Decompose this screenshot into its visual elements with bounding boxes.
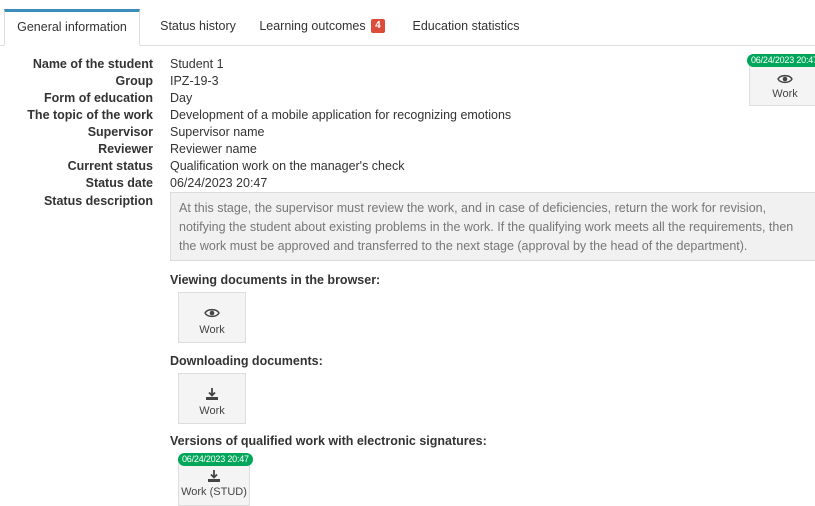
group-value: IPZ-19-3 — [170, 74, 219, 88]
supervisor-label: Supervisor — [87, 125, 153, 139]
info-row-form: Form of education Day — [0, 90, 815, 107]
form-value: Day — [170, 91, 193, 105]
version-date-badge: 06/24/2023 20:47 — [178, 453, 253, 466]
tab-label: Education statistics — [412, 19, 520, 33]
topic-value: Development of a mobile application for … — [170, 108, 512, 122]
tab-bar: General information Status history Learn… — [0, 9, 815, 46]
eye-icon — [777, 74, 793, 84]
download-work-button[interactable]: Work — [178, 373, 246, 424]
info-row-topic: The topic of the work Development of a m… — [0, 107, 815, 124]
info-row-group: Group IPZ-19-3 — [0, 73, 815, 90]
learning-outcomes-count-badge: 4 — [371, 18, 385, 33]
view-work-label: Work — [199, 324, 225, 336]
student-label: Name of the student — [32, 57, 153, 71]
info-row-current-status: Current status Qualification work on the… — [0, 158, 815, 175]
student-value: Student 1 — [170, 57, 224, 71]
supervisor-value: Supervisor name — [170, 125, 265, 139]
downloading-documents-title: Downloading documents: — [170, 354, 323, 368]
info-row-reviewer: Reviewer Reviewer name — [0, 141, 815, 158]
tab-education-statistics[interactable]: Education statistics — [400, 9, 532, 45]
download-work-stud-label: Work (STUD) — [181, 486, 247, 498]
status-date-value: 06/24/2023 20:47 — [170, 176, 268, 190]
top-date-badge: 06/24/2023 20:47 — [747, 54, 815, 67]
reviewer-label: Reviewer — [98, 142, 153, 156]
reviewer-value: Reviewer name — [170, 142, 257, 156]
status-description-box: At this stage, the supervisor must revie… — [170, 192, 815, 261]
tab-learning-outcomes[interactable]: Learning outcomes 4 — [254, 9, 390, 45]
download-work-label: Work — [199, 405, 225, 417]
download-icon — [206, 388, 218, 400]
tab-label: Learning outcomes — [259, 19, 366, 33]
tab-status-history[interactable]: Status history — [146, 9, 250, 45]
current-status-label: Current status — [67, 159, 153, 173]
info-row-supervisor: Supervisor Supervisor name — [0, 124, 815, 141]
status-description-label: Status description — [43, 194, 153, 208]
group-label: Group — [115, 74, 154, 88]
current-status-value: Qualification work on the manager's chec… — [170, 159, 405, 173]
topic-label: The topic of the work — [27, 108, 153, 122]
view-work-button[interactable]: Work — [178, 292, 246, 343]
tab-label: Status history — [160, 19, 236, 33]
info-row-status-date: Status date 06/24/2023 20:47 — [0, 175, 815, 192]
info-row-student: Name of the student Student 1 — [0, 56, 815, 73]
status-date-label: Status date — [85, 176, 153, 190]
versions-title: Versions of qualified work with electron… — [170, 434, 487, 448]
viewing-documents-title: Viewing documents in the browser: — [170, 273, 381, 287]
form-label: Form of education — [43, 91, 153, 105]
top-view-work-label: Work — [772, 88, 798, 100]
download-icon — [208, 470, 220, 482]
tab-label: General information — [17, 20, 127, 34]
eye-icon — [204, 308, 220, 318]
tab-general-information[interactable]: General information — [4, 9, 140, 46]
